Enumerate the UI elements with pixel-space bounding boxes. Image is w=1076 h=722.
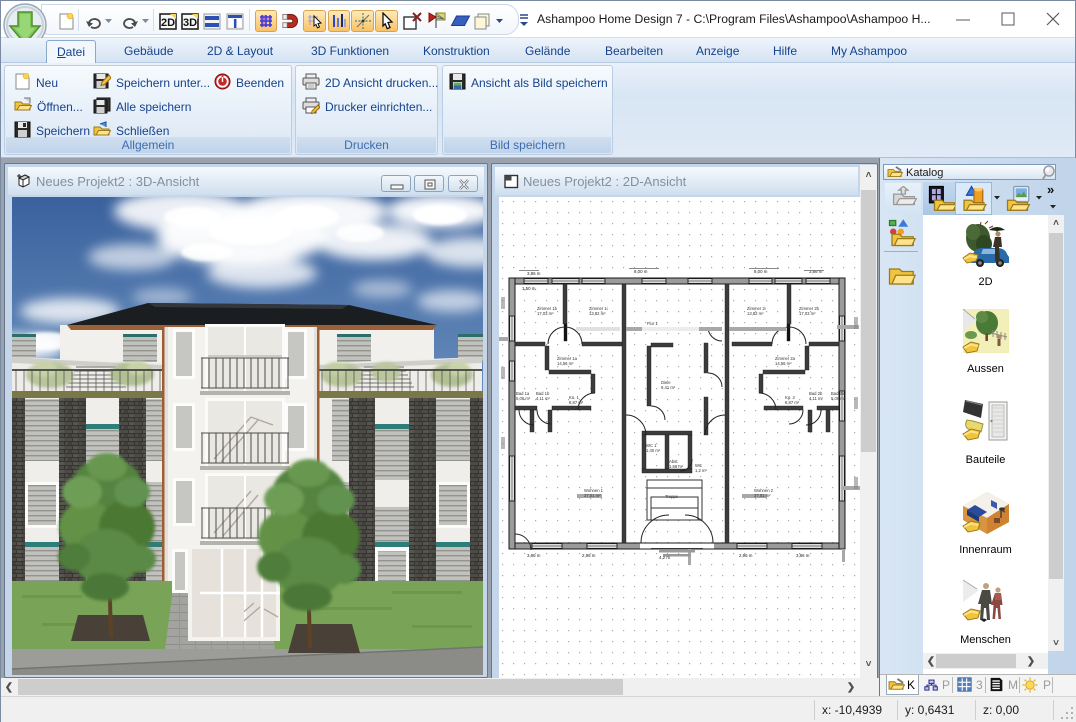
svg-text:5,06 m²: 5,06 m² [516, 396, 531, 401]
svg-text:3,86 m: 3,86 m [527, 553, 541, 558]
svg-text:3,86 m: 3,86 m [809, 269, 823, 274]
svg-text:8,87 m²: 8,87 m² [785, 400, 800, 405]
svg-text:13,82 m²: 13,82 m² [589, 311, 606, 316]
svg-text:1,50 m: 1,50 m [522, 286, 536, 291]
svg-text:1,68 m²: 1,68 m² [669, 464, 684, 469]
svg-text:3D: 3D [183, 17, 197, 29]
svg-text:1,2 m²: 1,2 m² [695, 468, 707, 473]
svg-text:2,96 m: 2,96 m [739, 553, 753, 558]
svg-text:1,40 m²: 1,40 m² [646, 448, 661, 453]
svg-text:17,03 m²: 17,03 m² [537, 311, 554, 316]
svg-text:3,86 m: 3,86 m [796, 553, 810, 558]
svg-text:2D: 2D [161, 17, 175, 29]
svg-text:14,56 m²: 14,56 m² [775, 361, 792, 366]
svg-text:17,03 m²: 17,03 m² [799, 311, 816, 316]
svg-text:8,00 m: 8,00 m [634, 269, 648, 274]
svg-text:8,87 m²: 8,87 m² [569, 400, 584, 405]
svg-text:13,82 m²: 13,82 m² [747, 311, 764, 316]
svg-text:4,2 m: 4,2 m [659, 555, 670, 560]
svg-text:9,41 m²: 9,41 m² [661, 385, 676, 390]
svg-text:37,01 m²: 37,01 m² [584, 493, 601, 498]
svg-text:8,00 m: 8,00 m [754, 269, 768, 274]
svg-text:4,11 m²: 4,11 m² [536, 396, 550, 401]
svg-text:5,06 m²: 5,06 m² [831, 396, 846, 401]
svg-text:4,11 m²: 4,11 m² [809, 396, 823, 401]
svg-text:14,56 m²: 14,56 m² [557, 361, 574, 366]
svg-text:Treppe: Treppe [665, 494, 679, 499]
svg-text:3,86 m: 3,86 m [527, 271, 541, 276]
svg-text:2,96 m: 2,96 m [582, 553, 596, 558]
svg-text:Flur 1: Flur 1 [647, 321, 658, 326]
svg-text:37,01 m²: 37,01 m² [754, 493, 771, 498]
